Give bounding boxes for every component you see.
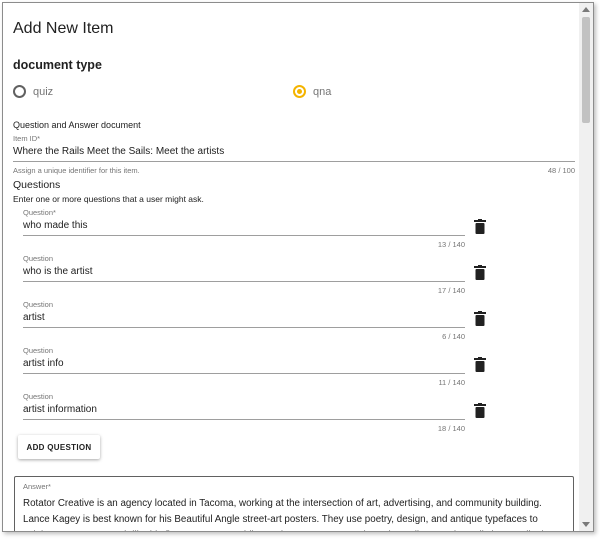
- question-counter: 11 / 140: [438, 378, 465, 387]
- delete-question-icon[interactable]: [473, 311, 487, 327]
- delete-question-icon[interactable]: [473, 265, 487, 281]
- question-label: Question: [23, 392, 54, 401]
- radio-qna[interactable]: qna: [293, 85, 331, 98]
- radio-quiz-label: quiz: [33, 85, 54, 98]
- delete-question-icon[interactable]: [473, 403, 487, 419]
- question-label: Question: [23, 346, 54, 355]
- dialog-title: Add New Item: [13, 20, 114, 37]
- document-type-title: document type: [13, 58, 102, 72]
- question-counter: 6 / 140: [442, 332, 465, 341]
- add-question-button[interactable]: ADD QUESTION: [18, 435, 100, 459]
- radio-unchecked-icon[interactable]: [13, 85, 26, 98]
- radio-qna-label: qna: [313, 85, 332, 98]
- dialog-content: Add New Item document type quiz qna Ques…: [3, 3, 581, 531]
- question-input[interactable]: who made this: [23, 220, 463, 231]
- question-underline: [23, 373, 465, 374]
- questions-hint: Enter one or more questions that a user …: [13, 194, 204, 204]
- answer-label: Answer*: [23, 482, 51, 491]
- item-id-hint: Assign a unique identifier for this item…: [13, 166, 140, 175]
- scrollbar-thumb[interactable]: [582, 17, 590, 123]
- question-label: Question: [23, 254, 54, 263]
- scroll-down-icon[interactable]: [582, 522, 590, 527]
- item-id-label: Item ID*: [13, 134, 41, 143]
- vertical-scrollbar[interactable]: [579, 3, 593, 531]
- question-input[interactable]: who is the artist: [23, 266, 463, 277]
- question-underline: [23, 327, 465, 328]
- question-counter: 18 / 140: [437, 424, 465, 433]
- document-description: Question and Answer document: [13, 120, 141, 130]
- add-item-dialog: Add New Item document type quiz qna Ques…: [2, 2, 594, 532]
- questions-title: Questions: [13, 179, 61, 191]
- radio-checked-icon[interactable]: [293, 85, 306, 98]
- radio-quiz[interactable]: quiz: [13, 85, 53, 98]
- answer-field[interactable]: Answer* Rotator Creative is an agency lo…: [14, 476, 574, 531]
- question-input[interactable]: artist: [23, 312, 463, 323]
- question-counter: 13 / 140: [437, 240, 465, 249]
- question-underline: [23, 281, 465, 282]
- item-id-input[interactable]: Where the Rails Meet the Sails: Meet the…: [13, 146, 573, 157]
- question-input[interactable]: artist information: [23, 404, 463, 415]
- delete-question-icon[interactable]: [473, 357, 487, 373]
- delete-question-icon[interactable]: [473, 219, 487, 235]
- item-id-underline: [13, 161, 575, 162]
- scroll-up-icon[interactable]: [582, 7, 590, 12]
- question-label: Question: [23, 300, 54, 309]
- question-label: Question*: [23, 208, 56, 217]
- question-input[interactable]: artist info: [23, 358, 463, 369]
- question-underline: [23, 235, 465, 236]
- item-id-counter: 48 / 100: [547, 166, 575, 175]
- question-counter: 17 / 140: [437, 286, 465, 295]
- question-underline: [23, 419, 465, 420]
- answer-textarea[interactable]: Rotator Creative is an agency located in…: [23, 496, 568, 531]
